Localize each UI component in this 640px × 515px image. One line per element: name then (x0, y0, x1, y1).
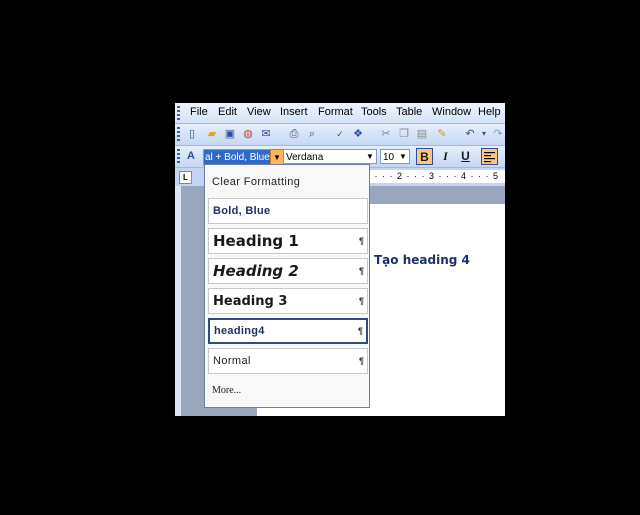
cut-icon[interactable]: ✂ (379, 127, 393, 141)
chevron-down-icon[interactable]: ▼ (398, 151, 408, 162)
menu-help[interactable]: Help (478, 106, 501, 118)
style-option-bold-blue[interactable]: Bold, Blue (208, 198, 368, 224)
styles-pane-icon[interactable]: A (184, 149, 198, 163)
vertical-ruler[interactable] (175, 186, 181, 416)
font-size-select[interactable]: 10 ▼ (380, 149, 410, 164)
option-label: Normal (213, 355, 251, 367)
menu-bar: File Edit View Insert Format Tools Table… (175, 103, 505, 124)
style-option-heading-3[interactable]: Heading 3 ¶ (208, 288, 368, 314)
paragraph-mark-icon: ¶ (357, 326, 363, 336)
menu-file[interactable]: File (190, 106, 208, 118)
option-label: Heading 2 (213, 262, 299, 280)
toolbar-grip[interactable] (177, 127, 180, 141)
document-text[interactable]: Tạo heading 4 (374, 253, 470, 267)
standard-toolbar: ▯ ▰ ▣ ◍ ✉ ⎙ ⌕ ✓ ❖ ✂ ❐ ▤ ✎ ↶ ▾ ↷ (175, 124, 505, 146)
redo-icon[interactable]: ↷ (491, 127, 505, 141)
toolbar-grip[interactable] (177, 149, 180, 163)
menu-insert[interactable]: Insert (280, 106, 308, 118)
email-icon[interactable]: ✉ (259, 127, 273, 141)
paragraph-mark-icon: ¶ (358, 236, 364, 246)
style-option-normal[interactable]: Normal ¶ (208, 348, 368, 374)
align-left-icon (484, 152, 495, 163)
permission-icon[interactable]: ◍ (241, 127, 255, 141)
menu-edit[interactable]: Edit (218, 106, 237, 118)
underline-button[interactable]: U (457, 148, 474, 165)
save-icon[interactable]: ▣ (223, 127, 237, 141)
chevron-down-icon[interactable]: ▼ (365, 151, 375, 162)
style-option-heading-1[interactable]: Heading 1 ¶ (208, 228, 368, 254)
menu-tools[interactable]: Tools (361, 106, 387, 118)
paragraph-mark-icon: ¶ (358, 266, 364, 276)
open-icon[interactable]: ▰ (205, 127, 219, 141)
menu-view[interactable]: View (247, 106, 271, 118)
undo-dropdown-icon[interactable]: ▾ (477, 127, 491, 141)
paste-icon[interactable]: ▤ (415, 127, 429, 141)
font-select-value: Verdana (286, 152, 324, 163)
menu-window[interactable]: Window (432, 106, 471, 118)
option-label: heading4 (214, 325, 265, 337)
italic-button[interactable]: I (437, 148, 454, 165)
new-document-icon[interactable]: ▯ (185, 127, 199, 141)
option-label: Bold, Blue (213, 205, 271, 217)
style-option-heading-2[interactable]: Heading 2 ¶ (208, 258, 368, 284)
font-size-value: 10 (383, 152, 395, 163)
bold-button[interactable]: B (416, 148, 433, 165)
format-painter-icon[interactable]: ✎ (435, 127, 449, 141)
more-styles-link[interactable]: More... (212, 385, 241, 396)
horizontal-ruler[interactable]: 1 · · · 2 · · · 3 · · · 4 · · · 5 (365, 170, 505, 183)
paragraph-mark-icon: ¶ (358, 356, 364, 366)
menu-table[interactable]: Table (396, 106, 422, 118)
research-icon[interactable]: ❖ (351, 127, 365, 141)
menubar-grip[interactable] (177, 106, 180, 120)
option-label: Heading 1 (213, 232, 299, 250)
option-label: Clear Formatting (212, 176, 301, 188)
option-label: Heading 3 (213, 293, 288, 309)
undo-icon[interactable]: ↶ (463, 127, 477, 141)
spelling-icon[interactable]: ✓ (333, 127, 347, 141)
paragraph-mark-icon: ¶ (358, 296, 364, 306)
print-icon[interactable]: ⎙ (287, 127, 301, 141)
menu-format[interactable]: Format (318, 106, 353, 118)
style-option-heading4[interactable]: heading4 ¶ (208, 318, 368, 344)
copy-icon[interactable]: ❐ (397, 127, 411, 141)
font-select[interactable]: Verdana ▼ (283, 149, 377, 164)
align-left-button[interactable] (481, 148, 498, 165)
style-dropdown-list: Clear Formatting Bold, Blue Heading 1 ¶ … (204, 164, 370, 408)
clear-formatting-option[interactable]: Clear Formatting (208, 169, 368, 195)
print-preview-icon[interactable]: ⌕ (305, 127, 319, 141)
tab-selector[interactable]: L (179, 171, 192, 184)
